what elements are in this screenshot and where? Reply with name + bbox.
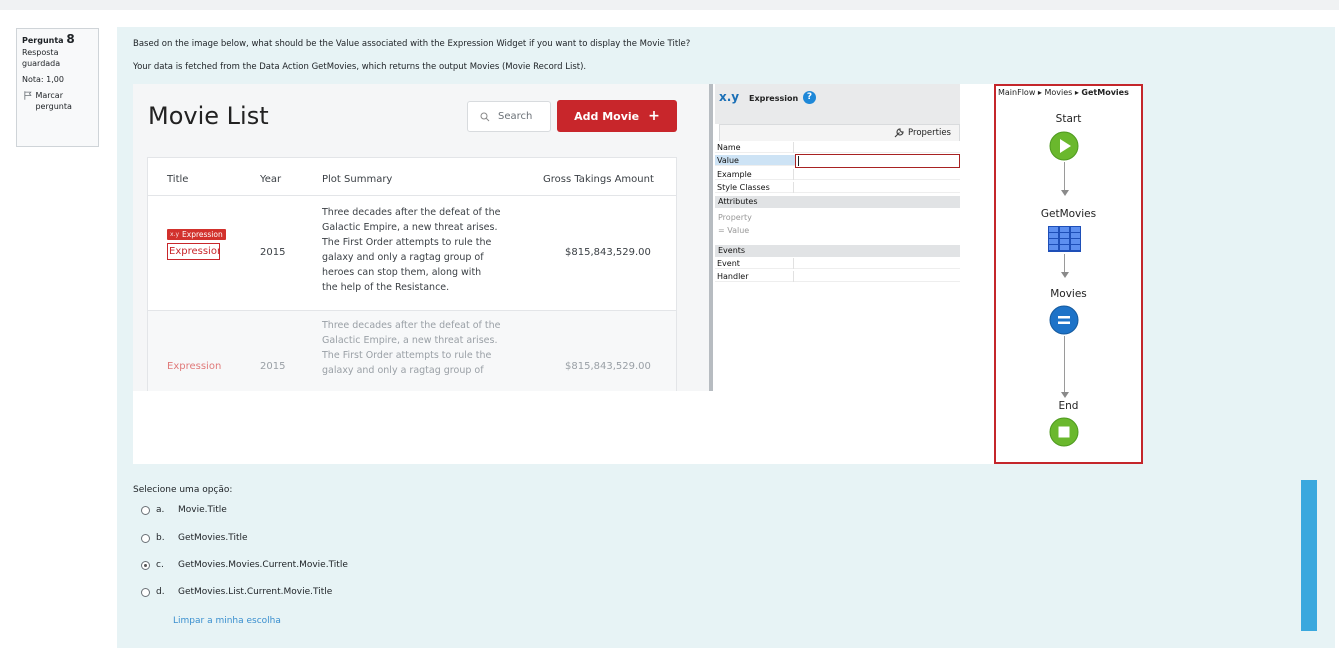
- help-icon: ?: [803, 91, 816, 104]
- assign-node-icon: [1049, 305, 1079, 335]
- attributes-section: Attributes: [715, 196, 960, 208]
- scrollbar-thumb[interactable]: [1301, 480, 1317, 631]
- properties-panel: x.y Expression ? Properties Name Value E…: [715, 84, 960, 391]
- clear-choice-link[interactable]: Limpar a minha escolha: [173, 616, 281, 626]
- option-a[interactable]: a. Movie.Title: [141, 505, 227, 515]
- question-text-line2: Your data is fetched from the Data Actio…: [133, 62, 587, 72]
- flag-question-link[interactable]: Marcar pergunta: [22, 90, 98, 112]
- row-year: 2015: [260, 361, 286, 372]
- question-figure: Movie List Search Add Movie + Title Year…: [133, 84, 1143, 464]
- event-row-event: Event: [715, 258, 960, 269]
- column-header-title: Title: [167, 174, 189, 185]
- flow-node-label-movies: Movies: [1050, 288, 1087, 300]
- attribute-value-label: = Value: [718, 226, 750, 235]
- radio-button-selected[interactable]: [141, 560, 150, 570]
- radio-button[interactable]: [141, 587, 150, 597]
- tab-properties: Properties: [719, 124, 960, 141]
- radio-button[interactable]: [141, 533, 150, 543]
- search-icon: [480, 112, 490, 121]
- header-divider: [148, 195, 676, 196]
- row-plot: Three decades after the defeat of the Ga…: [322, 207, 501, 293]
- movie-list-screen: Movie List Search Add Movie + Title Year…: [133, 84, 709, 391]
- property-row-value: Value: [715, 155, 795, 166]
- start-node-icon: [1049, 131, 1079, 161]
- properties-header: x.y Expression ?: [715, 84, 960, 124]
- question-number: Pergunta 8: [22, 32, 75, 46]
- row-gross: $815,843,529.00: [565, 247, 651, 258]
- expression-widget-selected: Expression: [167, 243, 220, 260]
- column-header-year: Year: [260, 174, 282, 185]
- search-box: Search: [467, 101, 551, 132]
- movie-list-title: Movie List: [148, 102, 269, 130]
- action-flow-panel: MainFlow ▸ Movies ▸ GetMovies Start GetM…: [994, 84, 1143, 464]
- property-row-style-classes: Style Classes: [715, 182, 960, 193]
- option-b[interactable]: b. GetMovies.Title: [141, 533, 248, 543]
- end-node-icon: [1049, 417, 1079, 447]
- events-section: Events: [715, 245, 960, 257]
- top-bar: [0, 0, 1339, 10]
- question-info: Pergunta 8 Resposta guardada Nota: 1,00 …: [16, 28, 99, 147]
- flow-arrow-icon: [1061, 190, 1069, 196]
- answer-prompt: Selecione uma opção:: [133, 485, 233, 495]
- plus-icon: +: [648, 108, 660, 124]
- add-movie-button: Add Movie +: [557, 100, 677, 132]
- expression-widget-tag: x.y Expression: [167, 229, 226, 240]
- radio-button[interactable]: [141, 505, 150, 515]
- flow-arrow-icon: [1061, 272, 1069, 278]
- question-state: Resposta guardada: [22, 48, 61, 68]
- answer-options: Selecione uma opção: a. Movie.Title b. G…: [133, 485, 348, 626]
- row-year: 2015: [260, 247, 286, 258]
- event-row-handler: Handler: [715, 271, 960, 282]
- row-plot: Three decades after the defeat of the Ga…: [322, 320, 501, 376]
- column-header-gross: Gross Takings Amount: [543, 174, 654, 185]
- wrench-icon: [894, 128, 904, 138]
- movie-table: Title Year Plot Summary Gross Takings Am…: [147, 157, 677, 391]
- flow-connector: [1064, 162, 1065, 192]
- aggregate-table-icon: [1048, 226, 1081, 252]
- flow-arrow-icon: [1061, 392, 1069, 398]
- flow-node-label-end: End: [1058, 400, 1079, 412]
- option-d[interactable]: d. GetMovies.List.Current.Movie.Title: [141, 587, 332, 597]
- flow-node-label-start: Start: [1055, 113, 1082, 125]
- flow-node-label-getmovies: GetMovies: [1040, 208, 1097, 220]
- value-input: [795, 154, 960, 168]
- flag-icon: [24, 91, 32, 100]
- column-header-plot: Plot Summary: [322, 174, 393, 185]
- text-caret: [798, 156, 799, 166]
- property-row-example: Example: [715, 169, 960, 180]
- question-grade: Nota: 1,00: [22, 75, 64, 84]
- question-text-line1: Based on the image below, what should be…: [133, 39, 691, 49]
- question-content: Based on the image below, what should be…: [117, 27, 1335, 648]
- widget-name: Expression: [749, 94, 799, 103]
- attribute-property-label: Property: [718, 213, 752, 222]
- flow-breadcrumb: MainFlow ▸ Movies ▸ GetMovies: [998, 88, 1129, 97]
- expression-icon: x.y: [719, 90, 740, 104]
- row-gross: $815,843,529.00: [565, 361, 651, 372]
- row-title-expression: Expression: [167, 361, 222, 372]
- flow-connector: [1064, 336, 1065, 394]
- property-row-name: Name: [715, 142, 960, 153]
- flow-connector: [1064, 254, 1065, 274]
- option-c[interactable]: c. GetMovies.Movies.Current.Movie.Title: [141, 560, 348, 570]
- panel-divider: [709, 84, 713, 391]
